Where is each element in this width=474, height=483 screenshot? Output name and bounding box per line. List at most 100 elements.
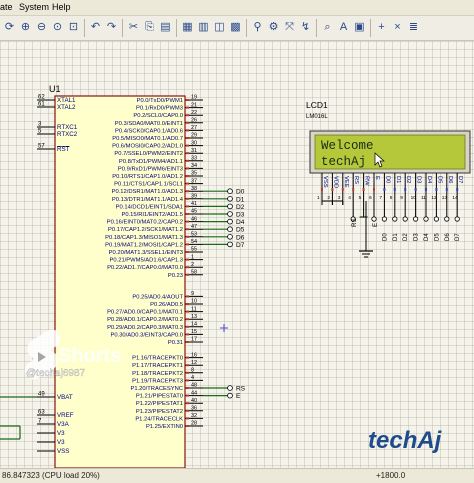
pin-state-marker bbox=[186, 303, 189, 305]
mcu-right-pin-name: P0.9/RxD1/PWM6/EINT3 bbox=[118, 166, 183, 172]
lcd-net-label-data: D5 bbox=[434, 233, 440, 241]
block-delete-icon[interactable]: ▩ bbox=[228, 20, 243, 35]
pick-device-icon[interactable]: ⚲ bbox=[250, 20, 265, 35]
mcu-right-pin-number: 38 bbox=[191, 186, 197, 192]
menu-bar: ate System Help bbox=[0, 0, 474, 16]
block-copy-icon[interactable]: ▦ bbox=[180, 20, 195, 35]
lcd-pin-number: 7 bbox=[379, 195, 382, 201]
mcu-right-pin-number: 21 bbox=[191, 102, 197, 108]
net-terminal bbox=[227, 241, 233, 248]
mcu-right-pin-number: 15 bbox=[191, 329, 197, 335]
lcd-net-label-data: D1 bbox=[393, 233, 399, 241]
mcu-right-pin-number: 48 bbox=[191, 383, 197, 389]
pin-state-marker bbox=[186, 197, 189, 200]
pin-state-marker bbox=[186, 333, 189, 336]
mcu-right-pin-name: P0.1/RxD0/PWM3 bbox=[136, 106, 183, 112]
net-terminal bbox=[227, 188, 233, 195]
redo-icon[interactable]: ↷ bbox=[104, 20, 119, 35]
net-terminal bbox=[227, 392, 233, 399]
pin-state-marker bbox=[186, 137, 189, 139]
pin-state-marker bbox=[186, 167, 189, 170]
block-rotate-icon[interactable]: ◫ bbox=[212, 20, 227, 35]
pin-state-marker bbox=[186, 235, 189, 238]
pin-state-marker bbox=[186, 159, 189, 162]
mcu-ref-label: U1 bbox=[49, 84, 61, 94]
mcu-left-pin-name: VREF bbox=[57, 412, 74, 419]
mcu-left-pin-number: 57 bbox=[38, 144, 45, 150]
lcd-pin-number: 10 bbox=[411, 195, 417, 201]
cut-icon[interactable]: ✂ bbox=[126, 20, 141, 35]
mcu-right-pin-number: 47 bbox=[191, 224, 197, 230]
lcd-pin-number: 3 bbox=[338, 195, 341, 201]
mcu-right-pin-name: P0.2/SCL0/CAP0.0 bbox=[133, 113, 183, 119]
mcu-right-pin-number: 37 bbox=[191, 178, 197, 184]
net-label-data: D4 bbox=[236, 219, 245, 226]
mcu-right-pin-number: 53 bbox=[191, 232, 197, 238]
search-icon[interactable]: ⌕ bbox=[320, 20, 335, 35]
property-tool-icon[interactable]: A bbox=[336, 20, 351, 35]
schematic-canvas[interactable]: U1 62 XTAL1 61 XTAL2 3 RTXC1 5 RTXC2 57 RST 49 VBAT 6… bbox=[0, 41, 474, 468]
toolbar-separator bbox=[246, 19, 247, 37]
zoom-out-icon[interactable]: ⊖ bbox=[34, 20, 49, 35]
decompose-icon[interactable]: ⤧ bbox=[282, 20, 297, 35]
pin-state-marker bbox=[186, 356, 189, 359]
menu-system[interactable]: System bbox=[19, 0, 49, 15]
pin-state-marker bbox=[186, 379, 189, 382]
pin-state-marker bbox=[186, 258, 189, 261]
remove-sheet-icon[interactable]: × bbox=[390, 20, 405, 35]
mcu-right-pin-number: 34 bbox=[191, 163, 197, 169]
wire-autoroute-icon[interactable]: ↯ bbox=[298, 20, 313, 35]
pin-state-marker bbox=[186, 152, 189, 155]
net-terminal bbox=[444, 216, 450, 222]
mcu-right-pin-number: 36 bbox=[191, 406, 197, 412]
mcu-left-pin-name: V3A bbox=[57, 421, 70, 428]
paste-icon[interactable]: ▤ bbox=[158, 20, 173, 35]
pin-state-marker bbox=[186, 144, 189, 147]
net-terminal bbox=[412, 216, 419, 222]
refresh-icon[interactable]: ⟳ bbox=[2, 20, 17, 35]
mcu-right-pin-number: 33 bbox=[191, 156, 197, 162]
pin-state-marker bbox=[186, 251, 189, 253]
status-bar: 86.847323 (CPU load 20%) +1800.0 bbox=[0, 468, 474, 483]
mcu-left-pin-name: V3 bbox=[57, 430, 65, 437]
lcd-pin-name: RW bbox=[364, 176, 370, 186]
net-label-data: D3 bbox=[236, 212, 245, 219]
mcu-right-pin-number: 1 bbox=[191, 254, 194, 260]
schematic-drawing: U162 XTAL161 XTAL23 RTXC15 RTXC257 RST49 VBAT6… bbox=[0, 84, 471, 468]
lcd-net-label-data: D6 bbox=[445, 233, 451, 241]
design-explorer-icon[interactable]: ▣ bbox=[352, 20, 367, 35]
mcu-right-pin-name: P0.25/AD0.4/AOUT bbox=[132, 294, 183, 300]
make-device-icon[interactable]: ⚙ bbox=[266, 20, 281, 35]
undo-icon[interactable]: ↶ bbox=[88, 20, 103, 35]
net-terminal bbox=[227, 211, 233, 217]
menu-template[interactable]: ate bbox=[0, 0, 13, 15]
status-time: 86.847323 (CPU load 20%) bbox=[2, 471, 100, 480]
menu-help[interactable]: Help bbox=[52, 0, 71, 15]
lcd-pin-number: 4 bbox=[348, 195, 351, 201]
lcd-pin-number: 13 bbox=[442, 195, 448, 201]
net-terminal bbox=[227, 203, 233, 210]
channel-handle-watermark: @techaj6987 bbox=[26, 368, 86, 379]
new-sheet-icon[interactable]: + bbox=[374, 20, 389, 35]
pin-state-marker bbox=[186, 402, 189, 405]
lcd-pin-name: D2 bbox=[405, 176, 411, 183]
lcd-ref-label: LCD1 bbox=[306, 100, 328, 110]
zoom-in-icon[interactable]: ⊕ bbox=[18, 20, 33, 35]
copy-icon[interactable]: ⎘ bbox=[142, 20, 157, 35]
pin-state-marker bbox=[186, 114, 189, 117]
net-label-data: D2 bbox=[236, 204, 245, 211]
mcu-left-pin-number: 61 bbox=[38, 102, 45, 108]
mcu-right-pin-name: P0.5/MISO0/MAT0.1/AD0.7 bbox=[112, 136, 183, 142]
zoom-area-icon[interactable]: ⊡ bbox=[66, 20, 81, 35]
zoom-fit-icon[interactable]: ⊙ bbox=[50, 20, 65, 35]
netlist-icon[interactable]: ≣ bbox=[406, 20, 421, 35]
mcu-right-pin-number: 22 bbox=[191, 110, 197, 116]
pin-state-marker bbox=[186, 205, 189, 208]
mcu-left-pin-name: VBAT bbox=[57, 394, 73, 401]
mcu-right-pin-name: P0.21/PWM5/AD1.6/CAP1.3 bbox=[110, 258, 183, 264]
pin-state-marker bbox=[186, 409, 189, 412]
mcu-right-pin-number: 54 bbox=[191, 239, 197, 245]
mcu-right-pin-number: 39 bbox=[191, 194, 197, 200]
pin-state-marker bbox=[393, 188, 396, 191]
block-move-icon[interactable]: ▥ bbox=[196, 20, 211, 35]
